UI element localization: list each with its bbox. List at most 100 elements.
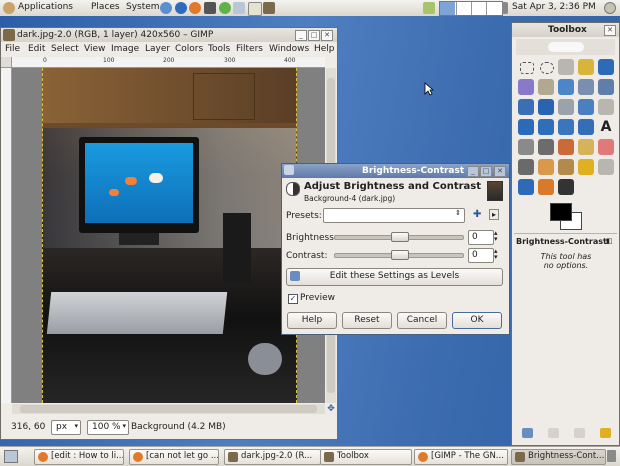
- image-canvas[interactable]: [12, 68, 325, 403]
- rotate-tool-icon[interactable]: [518, 119, 534, 135]
- editor-launcher-icon[interactable]: [248, 2, 262, 16]
- menu-places[interactable]: Places: [91, 2, 120, 12]
- paintbrush-tool-icon[interactable]: [598, 139, 614, 155]
- reset-options-icon[interactable]: [600, 428, 611, 438]
- wilber-drop-area[interactable]: [516, 39, 615, 55]
- zoom-select[interactable]: 100 % ▾: [87, 420, 129, 435]
- blur-tool-icon[interactable]: [518, 179, 534, 195]
- perspective-tool-icon[interactable]: [578, 119, 594, 135]
- dialog-close-button[interactable]: ✕: [494, 166, 506, 177]
- menu-help[interactable]: Help: [314, 44, 335, 54]
- select-by-color-tool-icon[interactable]: [518, 79, 534, 95]
- edit-as-levels-button[interactable]: Edit these Settings as Levels: [286, 268, 503, 286]
- presets-combo[interactable]: ⇕: [323, 208, 465, 223]
- contrast-spinbox[interactable]: 0: [468, 248, 494, 263]
- menu-applications[interactable]: Applications: [18, 2, 73, 12]
- image-window-titlebar[interactable]: dark.jpg-2.0 (RGB, 1 layer) 420x560 – GI…: [1, 28, 337, 42]
- notes-applet-icon[interactable]: [423, 2, 435, 14]
- help-button[interactable]: Help: [287, 312, 337, 329]
- menu-view[interactable]: View: [84, 44, 105, 54]
- task-button-dark-jpg[interactable]: dark.jpg-2.0 (R...: [224, 449, 321, 465]
- dialog-minimize-button[interactable]: _: [467, 166, 479, 177]
- restore-options-icon[interactable]: [548, 428, 559, 438]
- firefox-launcher-icon[interactable]: [189, 2, 201, 14]
- menu-filters[interactable]: Filters: [236, 44, 263, 54]
- eraser-tool-icon[interactable]: [598, 159, 614, 175]
- task-button-toolbox[interactable]: Toolbox: [320, 449, 412, 465]
- dialog-titlebar[interactable]: Brightness-Contrast _ □ ✕: [282, 164, 509, 178]
- brightness-spinbox[interactable]: 0: [468, 230, 494, 245]
- add-preset-icon[interactable]: ✚: [473, 209, 481, 220]
- tool-options-menu-icon[interactable]: ◧: [606, 237, 613, 245]
- trash-applet-icon[interactable]: [502, 2, 508, 14]
- cancel-button[interactable]: Cancel: [397, 312, 447, 329]
- preview-checkbox[interactable]: ✓: [288, 294, 298, 304]
- show-desktop-icon[interactable]: [4, 450, 18, 463]
- task-button-gimp-gnu[interactable]: [GIMP - The GN...: [414, 449, 508, 465]
- fuzzy-select-tool-icon[interactable]: [578, 59, 594, 75]
- eyedropper-tool-icon[interactable]: [598, 79, 614, 95]
- smudge-tool-icon[interactable]: [538, 179, 554, 195]
- menu-colors[interactable]: Colors: [175, 44, 203, 54]
- airbrush-tool-icon[interactable]: [518, 159, 534, 175]
- free-select-tool-icon[interactable]: [558, 59, 574, 75]
- scissors-tool-icon[interactable]: [538, 79, 554, 95]
- align-tool-icon[interactable]: [578, 99, 594, 115]
- color-picker-tool-icon[interactable]: [598, 59, 614, 75]
- menu-tools[interactable]: Tools: [208, 44, 230, 54]
- menu-edit[interactable]: Edit: [28, 44, 45, 54]
- navigate-icon[interactable]: ✥: [326, 404, 336, 414]
- dialog-maximize-button[interactable]: □: [480, 166, 492, 177]
- crop-tool-icon[interactable]: [598, 99, 614, 115]
- reset-button[interactable]: Reset: [342, 312, 392, 329]
- brightness-slider-thumb[interactable]: [391, 232, 409, 242]
- task-button-edit[interactable]: [edit : How to li...: [34, 449, 124, 465]
- ruler-corner[interactable]: [1, 57, 12, 68]
- zoom-tool-icon[interactable]: [518, 99, 534, 115]
- contrast-slider-thumb[interactable]: [391, 250, 409, 260]
- toolbox-close-button[interactable]: ✕: [604, 25, 616, 36]
- trash-icon[interactable]: [607, 450, 616, 462]
- minimize-button[interactable]: _: [295, 30, 307, 41]
- flip-tool-icon[interactable]: [518, 139, 534, 155]
- ok-button[interactable]: OK: [452, 312, 502, 329]
- help-launcher-icon[interactable]: [160, 2, 172, 14]
- clone-tool-icon[interactable]: [558, 159, 574, 175]
- task-button-brightness-contrast[interactable]: Brightness-Cont...: [511, 449, 606, 465]
- gnome-foot-icon[interactable]: [3, 2, 15, 14]
- horizontal-scrollbar[interactable]: [12, 404, 325, 414]
- menu-windows[interactable]: Windows: [269, 44, 309, 54]
- ink-tool-icon[interactable]: [538, 159, 554, 175]
- power-icon[interactable]: [604, 2, 616, 14]
- network-launcher-icon[interactable]: [175, 2, 187, 14]
- contrast-spin-arrows-icon[interactable]: ▴ ▾: [494, 248, 498, 261]
- terminal-launcher-icon[interactable]: [204, 2, 216, 14]
- menu-file[interactable]: File: [5, 44, 20, 54]
- toolbox-titlebar[interactable]: Toolbox ✕: [512, 23, 619, 37]
- task-button-can-not[interactable]: [can not let go ...: [129, 449, 219, 465]
- shear-tool-icon[interactable]: [558, 119, 574, 135]
- clock[interactable]: Sat Apr 3, 2:36 PM: [512, 2, 596, 12]
- bucket-fill-tool-icon[interactable]: [538, 139, 554, 155]
- move-tool-icon[interactable]: [558, 99, 574, 115]
- foreground-select-tool-icon[interactable]: [558, 79, 574, 95]
- presets-menu-icon[interactable]: ▸: [489, 209, 499, 220]
- foreground-color-swatch[interactable]: [550, 203, 572, 221]
- menu-layer[interactable]: Layer: [145, 44, 170, 54]
- paths-tool-icon[interactable]: [578, 79, 594, 95]
- brightness-spin-arrows-icon[interactable]: ▴ ▾: [494, 230, 498, 243]
- scale-tool-icon[interactable]: [538, 119, 554, 135]
- delete-options-icon[interactable]: [574, 428, 585, 438]
- chat-launcher-icon[interactable]: [219, 2, 231, 14]
- text-tool-icon[interactable]: A: [598, 119, 614, 135]
- menu-system[interactable]: System: [126, 2, 160, 12]
- menu-select[interactable]: Select: [51, 44, 79, 54]
- unit-select[interactable]: px ▾: [51, 420, 81, 435]
- gimp-launcher-icon[interactable]: [263, 2, 275, 14]
- workspace-switcher[interactable]: [439, 1, 503, 16]
- close-button[interactable]: ✕: [321, 30, 333, 41]
- mail-launcher-icon[interactable]: [233, 2, 245, 14]
- heal-tool-icon[interactable]: [578, 159, 594, 175]
- pencil-tool-icon[interactable]: [578, 139, 594, 155]
- measure-tool-icon[interactable]: [538, 99, 554, 115]
